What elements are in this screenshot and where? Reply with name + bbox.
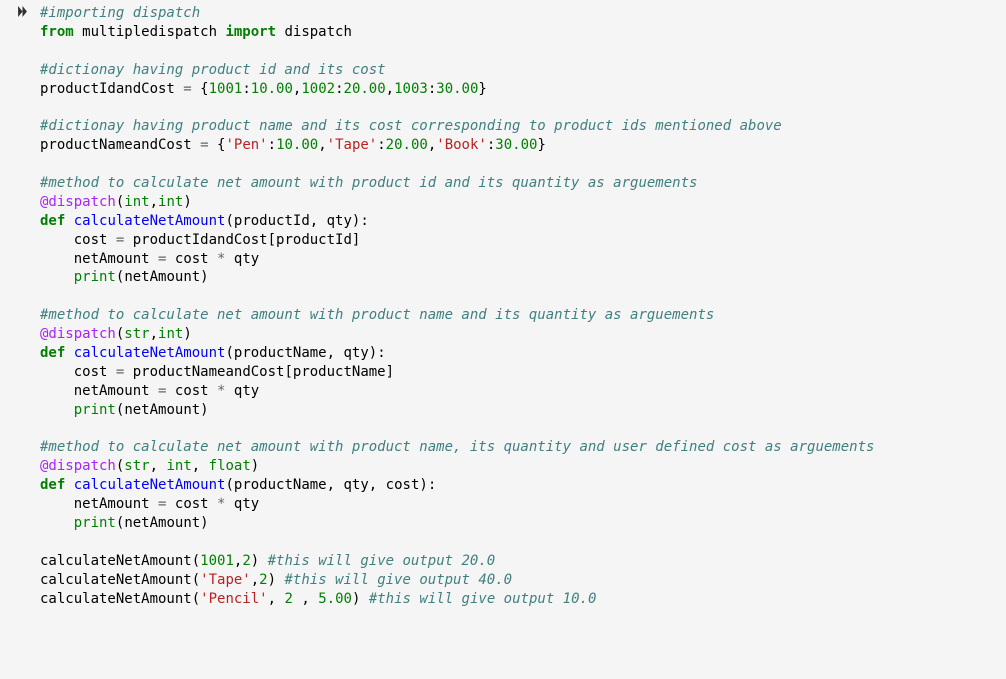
parameter: qty [327, 213, 352, 229]
function-call: calculateNetAmount [40, 572, 192, 588]
comment: #method to calculate net amount with pro… [40, 439, 874, 455]
function-call: calculateNetAmount [40, 591, 192, 607]
string: 'Book' [436, 137, 487, 153]
brace: { [200, 81, 208, 97]
comment: #this will give output 20.0 [268, 553, 496, 569]
number: 20.00 [344, 81, 386, 97]
number: 10.00 [251, 81, 293, 97]
builtin-type: int [158, 194, 183, 210]
string: 'Pen' [225, 137, 267, 153]
comment: #dictionay having product id and its cos… [40, 62, 386, 78]
number: 1001 [209, 81, 243, 97]
function-call: calculateNetAmount [40, 553, 192, 569]
module-name: multipledispatch [82, 24, 217, 40]
comment: #this will give output 10.0 [369, 591, 597, 607]
number: 30.00 [436, 81, 478, 97]
comment: #this will give output 40.0 [284, 572, 512, 588]
keyword-import: import [225, 24, 276, 40]
number: 1003 [394, 81, 428, 97]
import-name: dispatch [284, 24, 351, 40]
brace: } [478, 81, 486, 97]
decorator: @dispatch [40, 458, 116, 474]
code-area[interactable]: #importing dispatch from multipledispatc… [34, 4, 880, 615]
decorator: @dispatch [40, 194, 116, 210]
parameter: productId [234, 213, 310, 229]
keyword-def: def [40, 213, 65, 229]
run-cell-icon[interactable] [6, 4, 34, 23]
variable: productIdandCost [40, 81, 175, 97]
operator: = [183, 81, 191, 97]
decorator: @dispatch [40, 326, 116, 342]
notebook-code-cell: #importing dispatch from multipledispatc… [0, 0, 1006, 615]
builtin-type: int [124, 194, 149, 210]
function-name: calculateNetAmount [74, 213, 226, 229]
string: 'Tape' [327, 137, 378, 153]
comment: #importing dispatch [40, 5, 200, 21]
comment: #method to calculate net amount with pro… [40, 175, 697, 191]
comment: #dictionay having product name and its c… [40, 118, 782, 134]
builtin-func: print [74, 269, 116, 285]
keyword-from: from [40, 24, 74, 40]
variable: productNameandCost [40, 137, 192, 153]
number: 1002 [301, 81, 335, 97]
comment: #method to calculate net amount with pro… [40, 307, 714, 323]
